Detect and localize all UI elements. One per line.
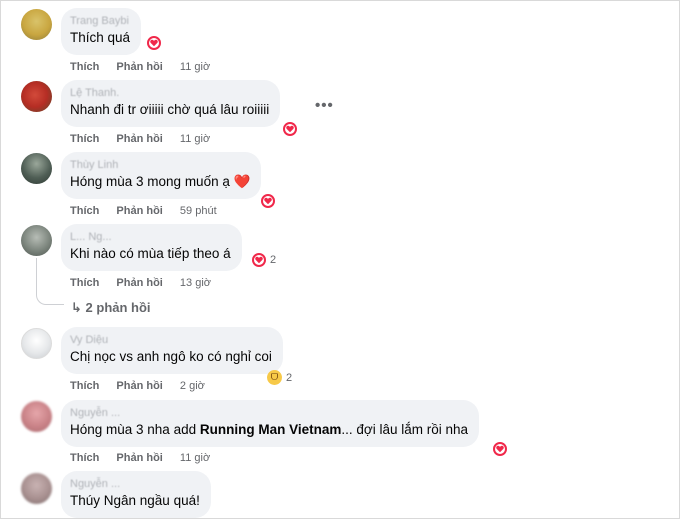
comment-author[interactable]: Nguyễn ...	[70, 477, 200, 491]
timestamp[interactable]: 11 giờ	[180, 61, 210, 73]
avatar[interactable]	[21, 153, 52, 184]
avatar[interactable]	[21, 401, 52, 432]
avatar[interactable]	[21, 81, 52, 112]
reply-thread-line	[36, 258, 64, 305]
reaction-count: 2	[270, 254, 277, 266]
reply-button[interactable]: Phản hồi	[116, 205, 162, 217]
timestamp[interactable]: 13 giờ	[180, 277, 211, 289]
comment-bubble: Nguyễn ... Thúy Ngân ngầu quá!	[61, 471, 211, 518]
heart-icon	[252, 253, 266, 267]
comment-actions: Thích Phản hồi 59 phút	[70, 205, 231, 217]
comment-actions: Thích Phản hồi 11 giờ	[70, 61, 224, 73]
comment-text: Hóng mùa 3 nha add Running Man Vietnam..…	[70, 422, 469, 437]
reaction-summary[interactable]	[147, 36, 161, 50]
like-button[interactable]: Thích	[70, 277, 99, 289]
like-button[interactable]: Thích	[70, 61, 99, 73]
reaction-count: 2	[286, 371, 293, 384]
comment-bubble: Thùy Linh Hóng mùa 3 mong muốn ạ ❤️	[61, 152, 262, 199]
timestamp[interactable]: 59 phút	[180, 205, 217, 217]
like-button[interactable]: Thích	[70, 205, 99, 217]
comment-bubble: Nguyễn ... Hóng mùa 3 nha add Running Ma…	[61, 400, 480, 447]
reply-button[interactable]: Phản hồi	[116, 277, 162, 289]
avatar[interactable]	[21, 328, 52, 359]
comment-bubble: Lệ Thanh. Nhanh đi tr ơiiiii chờ quá lâu…	[61, 80, 281, 127]
heart-icon	[261, 194, 275, 208]
comment-actions: Thích Phản hồi 2 giờ	[70, 380, 219, 392]
heart-icon	[147, 36, 161, 50]
page-mention[interactable]: Running Man Vietnam	[200, 422, 342, 437]
comment-author[interactable]: Thùy Linh	[70, 158, 250, 172]
comment-text: Hóng mùa 3 mong muốn ạ ❤️	[70, 174, 251, 189]
more-options-icon[interactable]: •••	[315, 97, 334, 114]
avatar[interactable]	[21, 225, 52, 256]
like-button[interactable]: Thích	[70, 133, 99, 145]
comment-text: Chị nọc vs anh ngô ko có nghỉ coi	[70, 349, 272, 364]
comment-text: Thích quá	[70, 30, 131, 45]
heart-icon	[493, 442, 507, 456]
avatar[interactable]	[21, 9, 52, 40]
like-button[interactable]: Thích	[70, 380, 99, 392]
reply-arrow-icon: ↳	[71, 300, 82, 315]
comment-author[interactable]: Vy Diệu	[70, 333, 272, 347]
comment-actions: Thích Phản hồi 11 giờ	[70, 133, 224, 145]
timestamp[interactable]: 11 giờ	[180, 133, 210, 145]
reply-button[interactable]: Phản hồi	[116, 61, 162, 73]
comment-bubble: Vy Diệu Chị nọc vs anh ngô ko có nghỉ co…	[61, 327, 283, 374]
heart-icon	[283, 122, 297, 136]
reaction-summary[interactable]: ᗜ 2	[267, 370, 292, 385]
replies-label: 2 phản hồi	[85, 300, 151, 315]
comment-text: Khi nào có mùa tiếp theo á	[70, 246, 231, 261]
comment-text: Thúy Ngân ngầu quá!	[70, 493, 200, 508]
reaction-summary[interactable]	[493, 442, 507, 456]
timestamp[interactable]: 11 giờ	[180, 452, 210, 464]
reply-button[interactable]: Phản hồi	[116, 452, 162, 464]
reply-button[interactable]: Phản hồi	[116, 133, 162, 145]
reply-button[interactable]: Phản hồi	[116, 380, 162, 392]
comment-author[interactable]: Trang Baybi	[70, 14, 130, 28]
comment-actions: Thích Phản hồi 13 giờ	[70, 277, 225, 289]
avatar[interactable]	[21, 473, 52, 504]
comment-author[interactable]: L... Ng...	[70, 230, 231, 244]
timestamp[interactable]: 2 giờ	[180, 380, 205, 392]
reaction-summary[interactable]	[261, 194, 275, 208]
reaction-summary[interactable]: 2	[252, 253, 276, 267]
comment-text: Nhanh đi tr ơiiiii chờ quá lâu roiiiii	[70, 102, 270, 117]
comment-bubble: L... Ng... Khi nào có mùa tiếp theo á	[61, 224, 242, 271]
comment-actions: Thích Phản hồi 11 giờ	[70, 452, 224, 464]
comment-author[interactable]: Lệ Thanh.	[70, 86, 269, 100]
comment-author[interactable]: Nguyễn ...	[70, 406, 468, 420]
view-replies-link[interactable]: ↳ 2 phản hồi	[71, 300, 151, 316]
reaction-summary[interactable]	[283, 122, 297, 136]
comment-bubble: Trang Baybi Thích quá	[61, 8, 142, 55]
haha-icon: ᗜ	[267, 370, 282, 385]
like-button[interactable]: Thích	[70, 452, 99, 464]
